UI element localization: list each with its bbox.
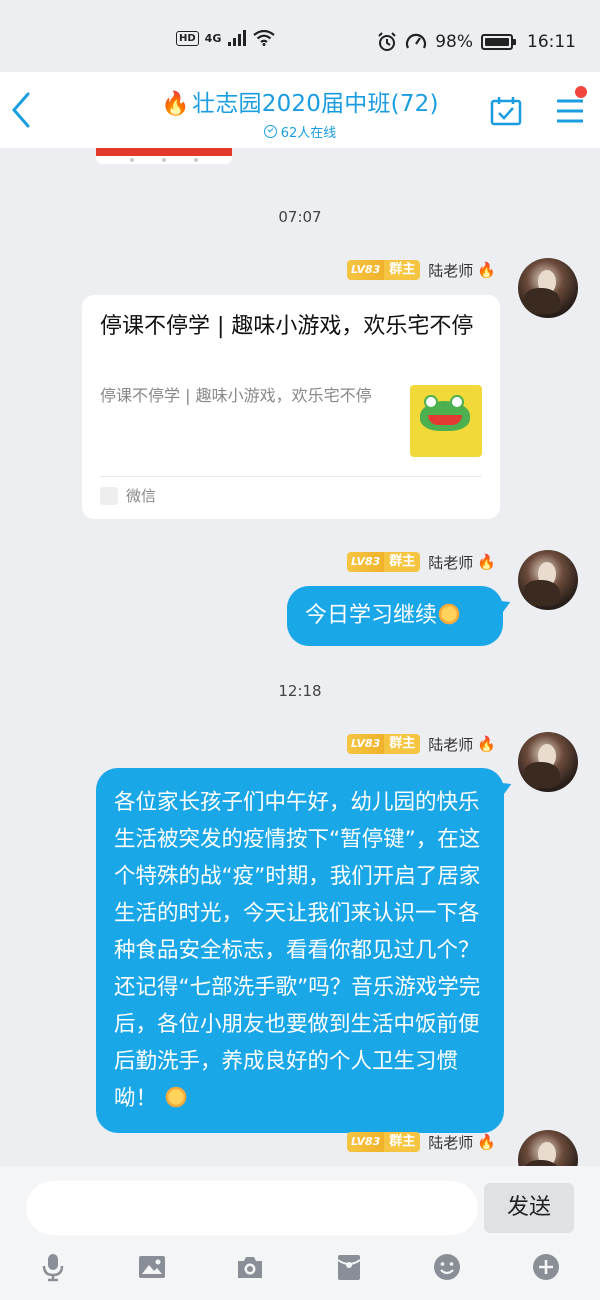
red-packet-icon[interactable] [334, 1252, 364, 1282]
network-type: 4G [204, 31, 222, 45]
link-card[interactable]: 停课不停学 | 趣味小游戏，欢乐宅不停 停课不停学 | 趣味小游戏，欢乐宅不停 … [82, 295, 500, 519]
emoji-icon[interactable] [432, 1252, 462, 1282]
group-name: 壮志园2020届中班(72) [192, 91, 439, 117]
message-bubble[interactable]: 各位家长孩子们中午好，幼儿园的快乐生活被突发的疫情按下“暂停键”，在这个特殊的战… [96, 768, 504, 1133]
plus-icon[interactable] [531, 1252, 561, 1282]
sun-emoji-icon [163, 1085, 188, 1109]
input-bar: 发送 [0, 1166, 600, 1300]
card-title: 停课不停学 | 趣味小游戏，欢乐宅不停 [100, 314, 474, 339]
online-text: 62人在线 [280, 126, 337, 141]
frog-image [420, 395, 470, 431]
wechat-source-icon [100, 486, 118, 505]
avatar[interactable] [518, 732, 578, 792]
signal-icon [228, 30, 247, 46]
title-flame-icon: 🔥 [161, 91, 191, 117]
menu-icon[interactable] [555, 96, 585, 126]
sun-emoji-icon [437, 602, 462, 626]
sender-name[interactable]: 陆老师 [428, 260, 473, 281]
previous-image-message[interactable] [96, 148, 232, 164]
sender-meta: LV83 群主 陆老师 🔥 [346, 1130, 496, 1154]
owner-badge: 群主 [384, 552, 421, 572]
sender-meta: LV83 群主 陆老师 🔥 [346, 550, 496, 574]
message-bubble[interactable]: 今日学习继续 [287, 586, 503, 646]
message-list[interactable]: 07:07 LV83 群主 陆老师 🔥 停课不停学 | 趣味小游戏，欢乐宅不停 … [0, 148, 600, 1166]
chat-header: 🔥壮志园2020届中班(72) 62人在线 [0, 72, 600, 148]
speed-icon [406, 33, 427, 49]
level-badge: LV83 [346, 734, 385, 754]
microphone-icon[interactable] [38, 1252, 68, 1282]
notification-dot [575, 86, 587, 98]
message-text: 各位家长孩子们中午好，幼儿园的快乐生活被突发的疫情按下“暂停键”，在这个特殊的战… [114, 790, 481, 1111]
level-badge: LV83 [346, 552, 385, 572]
card-source-label: 微信 [126, 487, 157, 505]
sender-meta: LV83 群主 陆老师 🔥 [346, 732, 496, 756]
card-thumbnail [410, 385, 482, 457]
alarm-icon [378, 32, 396, 51]
timestamp: 07:07 [278, 208, 322, 226]
timestamp: 12:18 [278, 682, 322, 700]
toolbar [0, 1252, 600, 1288]
calendar-check-icon[interactable] [490, 96, 522, 126]
avatar[interactable] [518, 258, 578, 318]
battery-icon [481, 34, 516, 50]
battery-level [485, 38, 509, 46]
level-badge: LV83 [346, 260, 385, 280]
flame-icon: 🔥 [477, 1133, 496, 1151]
sender-name[interactable]: 陆老师 [428, 1132, 473, 1153]
message-text: 今日学习继续 [305, 603, 438, 628]
card-source: 微信 [100, 485, 156, 506]
status-left: HD 4G [176, 30, 276, 46]
avatar[interactable] [518, 550, 578, 610]
status-right: 98% 16:11 [377, 32, 576, 52]
message-input[interactable] [26, 1181, 478, 1235]
avatar[interactable] [518, 1130, 578, 1166]
owner-badge: 群主 [384, 1132, 421, 1152]
sender-name[interactable]: 陆老师 [428, 552, 473, 573]
sender-name[interactable]: 陆老师 [428, 734, 473, 755]
online-icon [263, 125, 277, 138]
status-bar: HD 4G 98% 16:11 [0, 0, 600, 72]
owner-badge: 群主 [384, 260, 421, 280]
card-divider [100, 476, 482, 477]
image-icon[interactable] [137, 1252, 167, 1282]
card-description: 停课不停学 | 趣味小游戏，欢乐宅不停 [100, 386, 372, 405]
flame-icon: 🔥 [477, 261, 496, 279]
flame-icon: 🔥 [477, 553, 496, 571]
flame-icon: 🔥 [477, 735, 496, 753]
hd-indicator: HD [176, 30, 199, 46]
camera-icon[interactable] [235, 1252, 265, 1282]
battery-percent: 98% [435, 32, 473, 52]
sender-meta: LV83 群主 陆老师 🔥 [346, 258, 496, 282]
wifi-icon [253, 30, 276, 46]
clock: 16:11 [527, 32, 576, 52]
level-badge: LV83 [346, 1132, 385, 1152]
send-button[interactable]: 发送 [484, 1183, 574, 1233]
owner-badge: 群主 [384, 734, 421, 754]
